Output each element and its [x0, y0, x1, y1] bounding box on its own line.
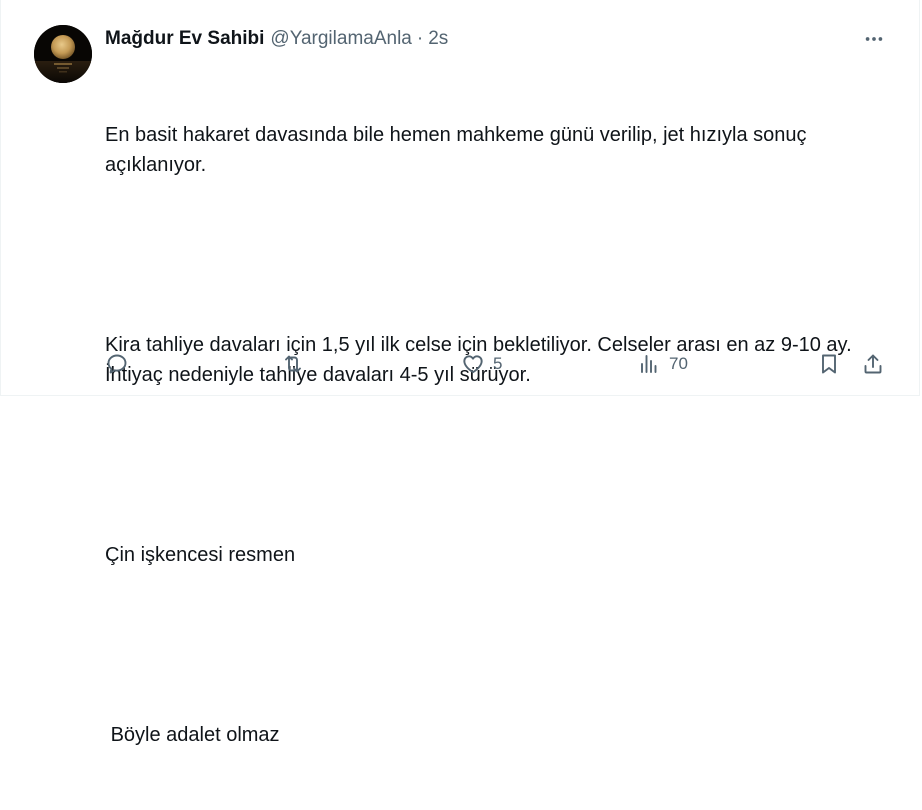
- tweet-paragraph-spacer: ​: [105, 450, 875, 480]
- tweet-paragraph-spacer: ​: [105, 240, 875, 270]
- moon-avatar-icon: [34, 25, 92, 83]
- retweet-button[interactable]: [281, 348, 313, 380]
- display-name[interactable]: Mağdur Ev Sahibi: [105, 28, 264, 50]
- views-button[interactable]: 70: [637, 348, 688, 380]
- reply-icon: [107, 354, 127, 374]
- tweet-paragraph-spacer: ​: [105, 630, 875, 660]
- separator-dot: ·: [416, 28, 424, 49]
- avatar[interactable]: [34, 25, 92, 83]
- bookmark-icon: [822, 354, 836, 374]
- user-handle[interactable]: @YargilamaAnla: [270, 28, 411, 50]
- tweet-header: Mağdur Ev Sahibi @YargilamaAnla · 2s: [105, 26, 448, 52]
- action-bar: 5 70: [105, 348, 895, 380]
- share-button[interactable]: [861, 348, 885, 380]
- tweet-card[interactable]: Mağdur Ev Sahibi @YargilamaAnla · 2s En …: [0, 0, 920, 746]
- like-button[interactable]: 5: [461, 348, 502, 380]
- tweet-paragraph-4: Böyle adalet olmaz: [105, 724, 280, 746]
- tweet-paragraph-1: En basit hakaret davasında bile hemen ma…: [105, 124, 813, 176]
- heart-icon: [463, 355, 483, 374]
- tweet-text: En basit hakaret davasında bile hemen ma…: [105, 60, 875, 810]
- share-icon: [864, 354, 882, 374]
- views-count: 70: [669, 354, 688, 373]
- like-count: 5: [493, 354, 503, 373]
- timestamp[interactable]: 2s: [428, 28, 448, 50]
- tweet-paragraph-3: Çin işkencesi resmen: [105, 544, 296, 566]
- more-options-button[interactable]: [861, 28, 887, 50]
- retweet-icon: [285, 355, 301, 373]
- analytics-icon: [641, 355, 657, 373]
- reply-button[interactable]: [105, 348, 137, 380]
- bookmark-button[interactable]: [817, 348, 841, 380]
- more-horizontal-icon: [865, 37, 883, 41]
